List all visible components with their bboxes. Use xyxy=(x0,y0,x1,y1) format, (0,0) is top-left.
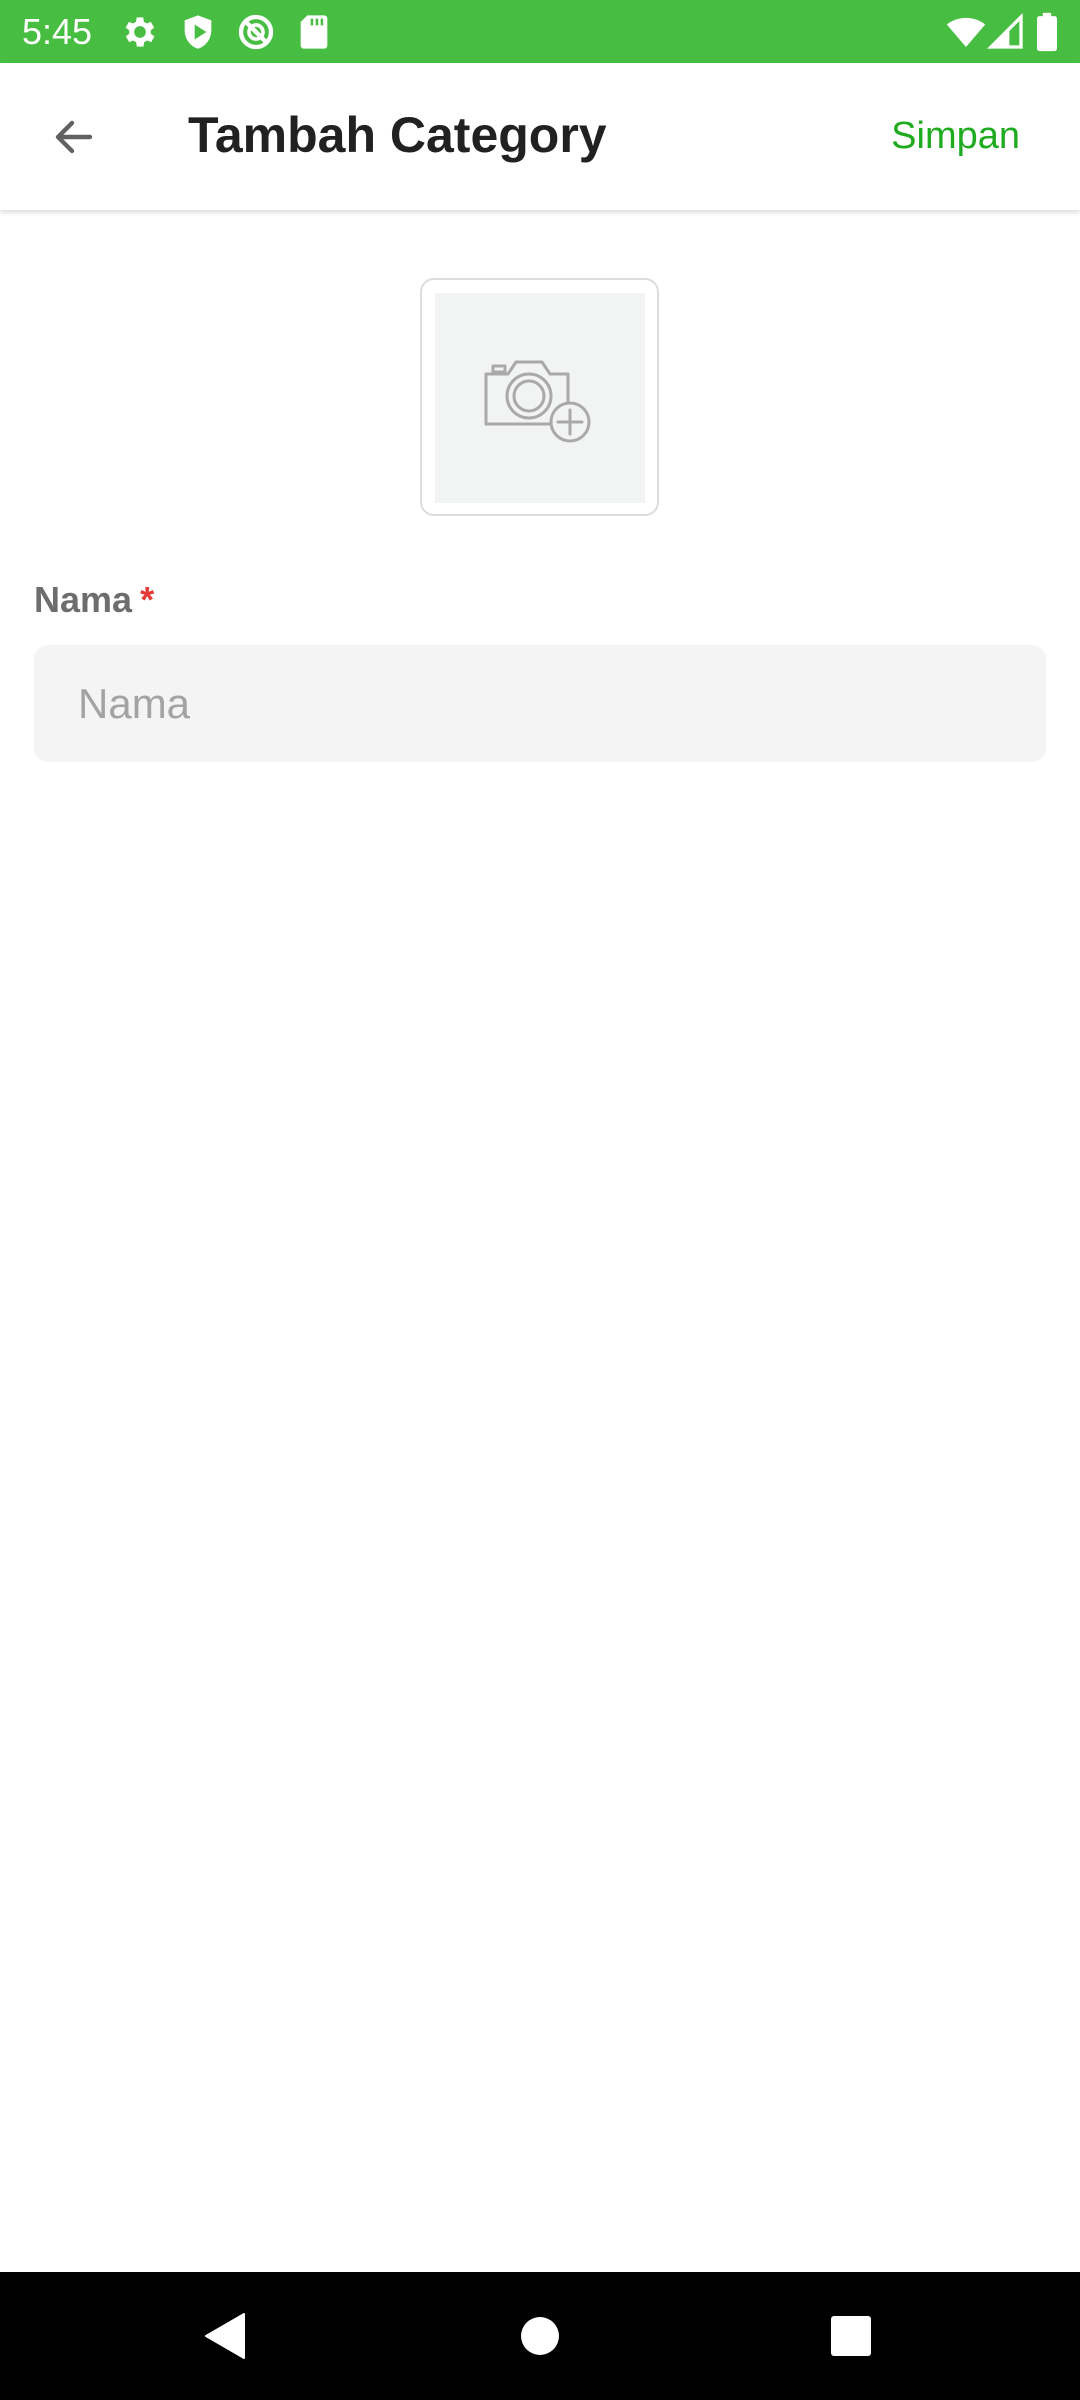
arrow-left-icon xyxy=(50,113,98,161)
name-field-label: Nama * xyxy=(34,572,154,628)
cellular-signal-icon xyxy=(986,12,1026,52)
shield-play-icon xyxy=(178,12,218,52)
page-title: Tambah Category xyxy=(188,107,607,163)
wifi-icon xyxy=(944,12,988,52)
back-button[interactable] xyxy=(34,101,114,173)
nav-home-button[interactable] xyxy=(510,2306,570,2366)
app-bar: Tambah Category Simpan xyxy=(0,63,1080,210)
camera-add-icon xyxy=(480,348,600,448)
status-bar: 5:45 xyxy=(0,0,1080,63)
sd-card-icon xyxy=(294,12,334,52)
settings-icon xyxy=(120,12,160,52)
required-mark: * xyxy=(140,579,155,620)
nav-back-button[interactable] xyxy=(196,2306,256,2366)
image-picker[interactable] xyxy=(420,278,659,516)
battery-icon xyxy=(1030,12,1064,52)
back-triangle-icon xyxy=(196,2306,256,2366)
recents-square-icon xyxy=(821,2306,881,2366)
nav-recents-button[interactable] xyxy=(821,2306,881,2366)
name-input[interactable] xyxy=(34,645,1046,762)
home-circle-icon xyxy=(510,2306,570,2366)
status-time: 5:45 xyxy=(22,11,93,52)
image-placeholder xyxy=(435,293,645,503)
save-button[interactable]: Simpan xyxy=(891,111,1020,161)
system-navigation-bar xyxy=(0,2272,1080,2400)
no-disturb-icon xyxy=(236,12,276,52)
name-label-text: Nama xyxy=(34,579,133,620)
